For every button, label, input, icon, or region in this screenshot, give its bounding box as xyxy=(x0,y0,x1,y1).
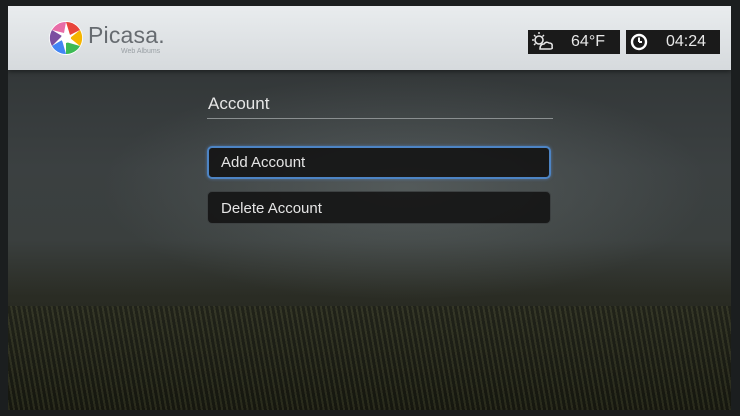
header-bar: Picasa. Web Albums 64°F 04:24 xyxy=(8,6,731,70)
screen: Picasa. Web Albums 64°F 04:24 Account Ad… xyxy=(8,6,731,410)
delete-account-button[interactable]: Delete Account xyxy=(207,191,551,224)
weather-icon xyxy=(528,30,556,54)
clock-icon xyxy=(626,30,652,54)
add-account-button[interactable]: Add Account xyxy=(207,146,551,179)
logo-subtitle: Web Albums xyxy=(121,48,161,55)
temperature-readout: 64°F xyxy=(556,30,620,54)
picasa-logo-icon xyxy=(49,21,83,55)
title-divider xyxy=(207,118,553,119)
page-title: Account xyxy=(208,94,270,113)
background-grass xyxy=(8,306,731,410)
clock-readout: 04:24 xyxy=(652,30,720,54)
logo-text: Picasa. xyxy=(88,22,165,48)
